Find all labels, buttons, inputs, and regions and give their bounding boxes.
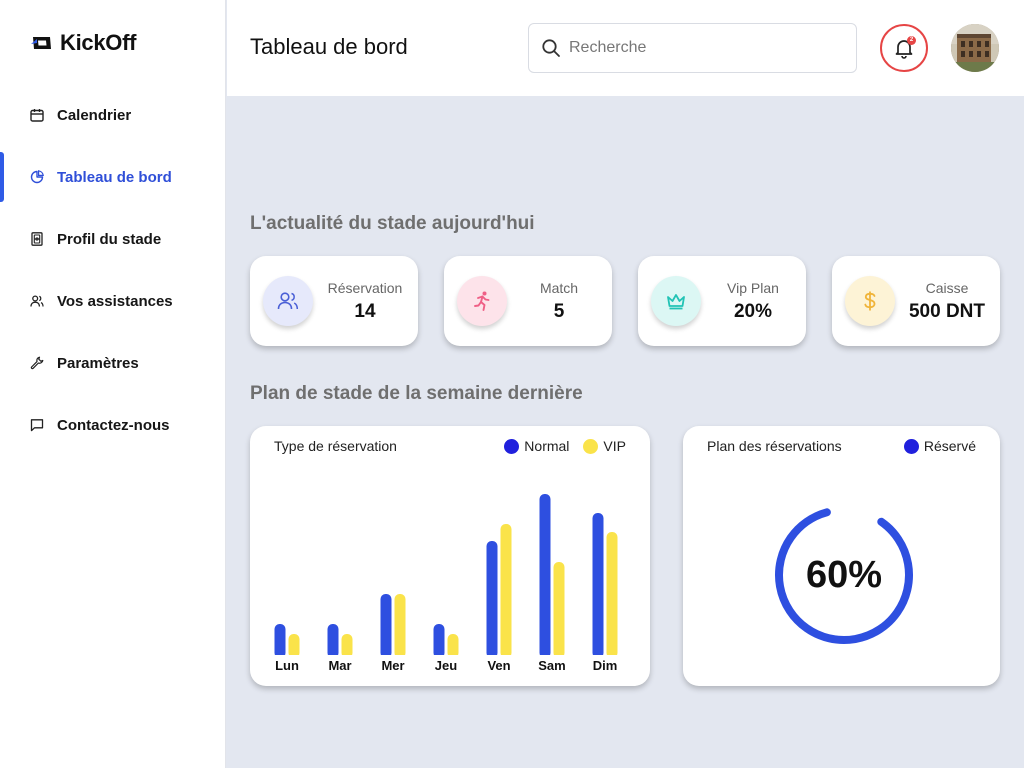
sidebar-item-label: Tableau de bord xyxy=(57,168,172,186)
logo-icon xyxy=(31,37,51,49)
message-icon xyxy=(30,418,44,432)
bar-vip-sam xyxy=(553,562,565,658)
bar-normal-mer xyxy=(380,594,392,658)
sidebar-item-label: Vos assistances xyxy=(57,292,173,310)
stat-value: 500 DNT xyxy=(908,301,986,322)
baseline-mask xyxy=(250,655,650,660)
sidebar-item-calendrier[interactable]: Calendrier xyxy=(0,84,226,146)
notification-badge: 2 xyxy=(907,36,916,45)
sidebar-item-contactez-nous[interactable]: Contactez-nous xyxy=(0,394,226,456)
x-tick-label: Jeu xyxy=(435,658,457,673)
stat-card-reservation[interactable]: Réservation 14 xyxy=(250,256,418,346)
stat-card-match[interactable]: Match 5 xyxy=(444,256,612,346)
sidebar-item-parametres[interactable]: Paramètres xyxy=(0,332,226,394)
users-icon xyxy=(30,294,44,308)
x-tick-label: Mar xyxy=(328,658,351,673)
bar-normal-lun xyxy=(274,624,286,658)
search-box[interactable] xyxy=(528,23,857,73)
x-tick-label: Mer xyxy=(381,658,404,673)
x-tick-label: Dim xyxy=(593,658,618,673)
stat-card-caisse[interactable]: Caisse 500 DNT xyxy=(832,256,1000,346)
bar-normal-sam xyxy=(539,494,551,658)
sidebar: KickOff Calendrier Tableau de bord Profi… xyxy=(0,0,226,768)
reservation-plan-chart: Plan des réservations Réservé 60% xyxy=(683,426,1000,686)
chart-title: Plan des réservations xyxy=(707,438,842,454)
legend-label: Réservé xyxy=(923,438,976,454)
sidebar-item-label: Profil du stade xyxy=(57,230,162,248)
legend-item-reserve: Réservé xyxy=(903,438,976,454)
stat-value: 5 xyxy=(553,301,565,322)
sidebar-item-tableau-de-bord[interactable]: Tableau de bord xyxy=(0,146,226,208)
stat-label: Caisse xyxy=(925,280,969,296)
x-tick-label: Lun xyxy=(275,658,299,673)
x-tick-label: Ven xyxy=(487,658,510,673)
stat-value: 20% xyxy=(733,301,773,322)
avatar-image xyxy=(951,24,999,72)
sidebar-nav: Calendrier Tableau de bord Profil du sta… xyxy=(0,84,226,456)
calendar-icon xyxy=(30,108,44,122)
runner-icon xyxy=(457,276,507,326)
sidebar-item-profil-du-stade[interactable]: Profil du stade xyxy=(0,208,226,270)
bar-vip-ven xyxy=(500,524,512,658)
pie-chart-icon xyxy=(30,170,44,184)
sidebar-item-label: Calendrier xyxy=(57,106,132,124)
stat-label: Réservation xyxy=(327,280,403,296)
bar-normal-ven xyxy=(486,541,498,658)
bar-vip-jeu xyxy=(447,634,459,658)
dollar-icon xyxy=(845,276,895,326)
stadium-icon xyxy=(30,232,44,246)
x-tick-label: Sam xyxy=(538,658,565,673)
bar-vip-mer xyxy=(394,594,406,658)
stat-label: Match xyxy=(539,280,579,296)
today-section-title: L'actualité du stade aujourd'hui xyxy=(250,213,535,234)
wrench-icon xyxy=(30,356,44,370)
bar-normal-dim xyxy=(592,513,604,658)
bar-vip-dim xyxy=(606,532,618,658)
bar-vip-mar xyxy=(341,634,353,658)
sidebar-item-label: Paramètres xyxy=(57,354,139,372)
avatar[interactable] xyxy=(951,24,999,72)
sidebar-item-label: Contactez-nous xyxy=(57,416,170,434)
crown-icon xyxy=(651,276,701,326)
chart-legend: Réservé xyxy=(896,438,976,454)
stat-card-vip-plan[interactable]: Vip Plan 20% xyxy=(638,256,806,346)
stat-value: 14 xyxy=(354,301,376,322)
sidebar-item-vos-assistances[interactable]: Vos assistances xyxy=(0,270,226,332)
stat-label: Vip Plan xyxy=(727,280,779,296)
legend-dot-reserve xyxy=(903,438,919,454)
bar-normal-jeu xyxy=(433,624,445,658)
page-title: Tableau de bord xyxy=(250,34,408,59)
reservation-type-chart: Type de réservation Normal VIP Lun Mar Mer… xyxy=(250,426,650,686)
bar-normal-mar xyxy=(327,624,339,658)
donut-value: 60% xyxy=(805,553,883,596)
search-icon xyxy=(542,39,560,57)
app-name: KickOff xyxy=(60,30,137,55)
notification-button[interactable]: 2 xyxy=(880,24,928,72)
app-logo[interactable]: KickOff xyxy=(30,30,136,56)
bar-chart-plot: Lun Mar Mer Jeu Ven Sam Dim xyxy=(250,494,650,673)
week-section-title: Plan de stade de la semaine dernière xyxy=(250,383,583,404)
donut-chart: 60% xyxy=(773,504,915,646)
users-icon xyxy=(263,276,313,326)
search-input[interactable] xyxy=(569,39,829,57)
top-header: Tableau de bord 2 xyxy=(227,0,1024,96)
bar-vip-lun xyxy=(288,634,300,658)
